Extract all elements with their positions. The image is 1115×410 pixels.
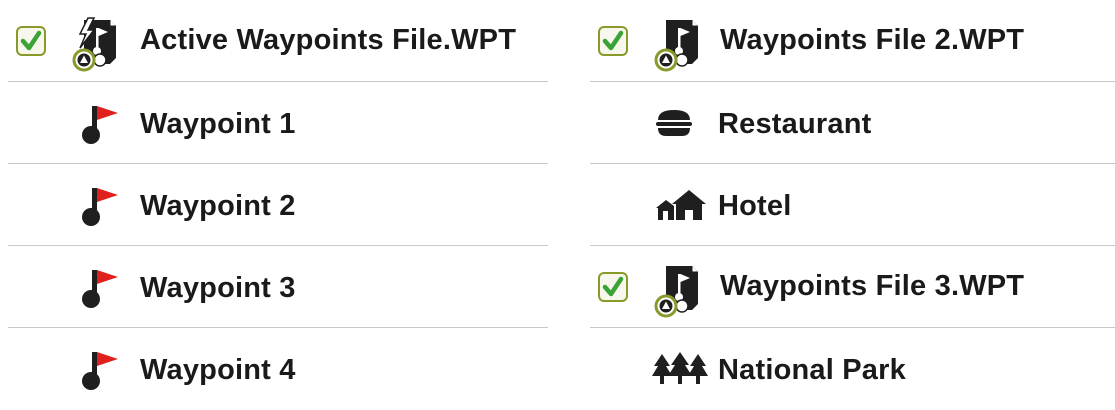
checkmark-icon [602, 276, 624, 297]
file-label: Waypoints File 3.WPT [720, 270, 1025, 302]
national-park-icon [652, 352, 708, 384]
waypoint-label: Waypoint 3 [140, 272, 296, 304]
active-waypoints-file-icon [72, 17, 116, 72]
category-label: Hotel [718, 190, 792, 222]
left-column: Active Waypoints File.WPT Waypoint 1 Way… [8, 0, 548, 410]
waypoints-file-icon [654, 266, 698, 318]
category-row-hotel[interactable]: Hotel [590, 164, 1115, 246]
file-checkbox[interactable] [598, 272, 628, 302]
red-flag-waypoint-icon [82, 106, 118, 144]
red-flag-waypoint-icon [82, 270, 118, 308]
red-flag-waypoint-icon [82, 188, 118, 226]
file-row-waypoints-2[interactable]: Waypoints File 2.WPT [590, 0, 1115, 82]
right-column: Waypoints File 2.WPT Restaurant Hotel Wa… [590, 0, 1115, 410]
category-label: National Park [718, 354, 906, 386]
file-row-waypoints-3[interactable]: Waypoints File 3.WPT [590, 246, 1115, 328]
waypoint-label: Waypoint 1 [140, 108, 296, 140]
waypoint-row-2[interactable]: Waypoint 2 [8, 164, 548, 246]
waypoint-label: Waypoint 4 [140, 354, 296, 386]
waypoints-file-icon [654, 20, 698, 72]
file-checkbox[interactable] [598, 26, 628, 56]
category-row-national-park[interactable]: National Park [590, 328, 1115, 410]
file-checkbox[interactable] [16, 26, 46, 56]
file-label: Active Waypoints File.WPT [140, 24, 517, 56]
waypoint-list-panel: Active Waypoints File.WPT Waypoint 1 Way… [0, 0, 1115, 403]
category-label: Restaurant [718, 108, 872, 140]
red-flag-waypoint-icon [82, 352, 118, 390]
waypoint-row-4[interactable]: Waypoint 4 [8, 328, 548, 410]
checkmark-icon [602, 30, 624, 51]
file-label: Waypoints File 2.WPT [720, 24, 1025, 56]
file-row-active-waypoints[interactable]: Active Waypoints File.WPT [8, 0, 548, 82]
restaurant-icon [656, 110, 692, 136]
waypoint-row-3[interactable]: Waypoint 3 [8, 246, 548, 328]
waypoint-row-1[interactable]: Waypoint 1 [8, 82, 548, 164]
hotel-icon [656, 190, 706, 220]
waypoint-label: Waypoint 2 [140, 190, 296, 222]
category-row-restaurant[interactable]: Restaurant [590, 82, 1115, 164]
checkmark-icon [20, 30, 42, 51]
